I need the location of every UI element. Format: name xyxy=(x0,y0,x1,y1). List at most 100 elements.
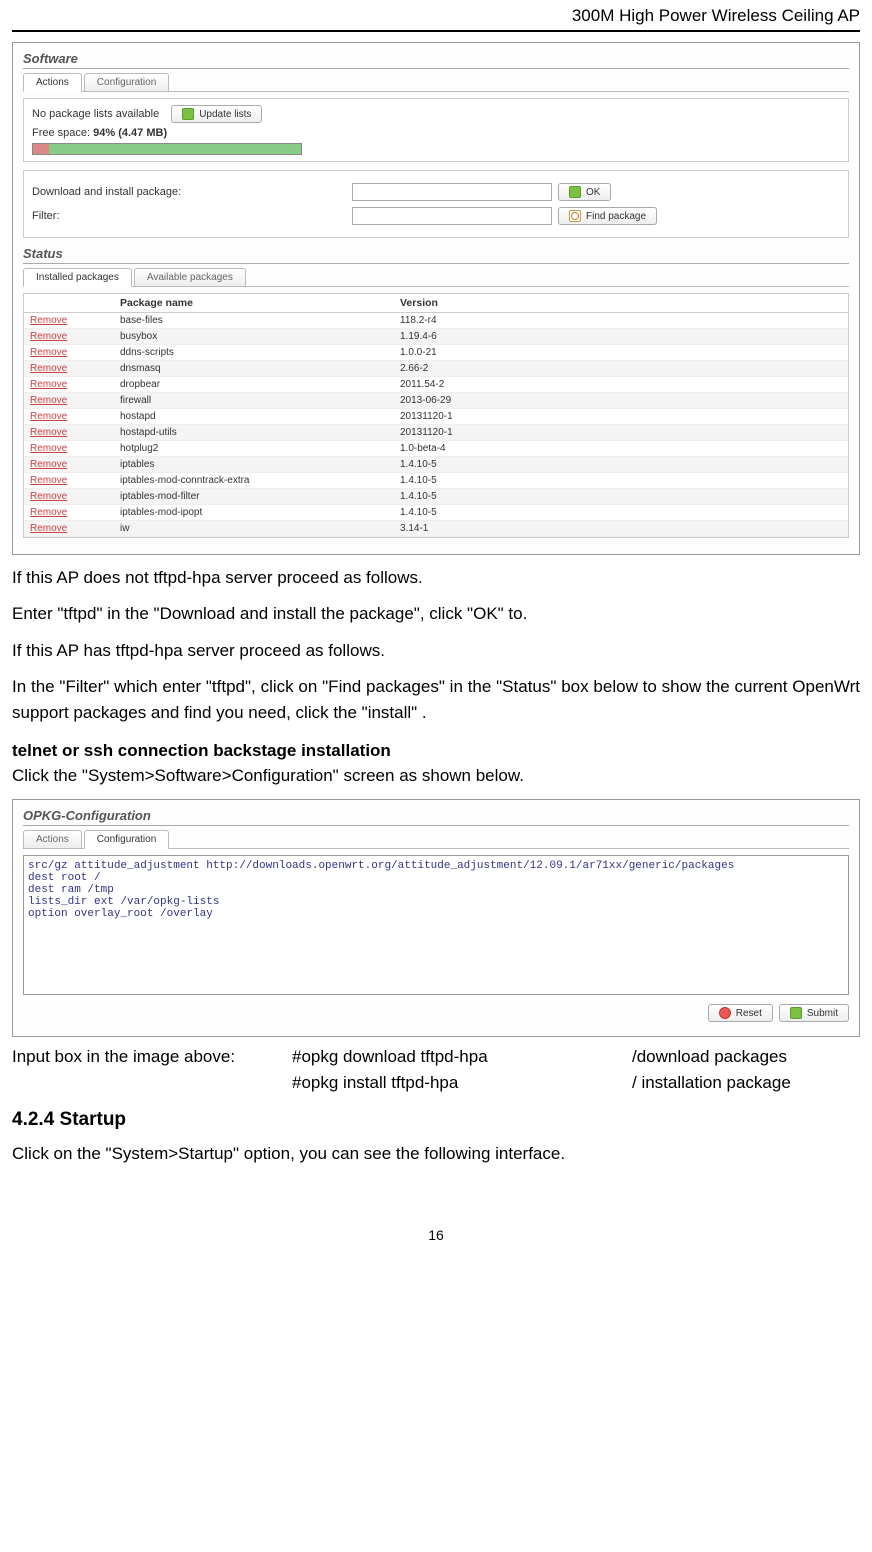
remove-link[interactable]: Remove xyxy=(30,363,67,374)
pkg-name: base-files xyxy=(114,313,394,329)
reset-button[interactable]: Reset xyxy=(708,1004,773,1022)
table-row: Remove iptables-mod-filter1.4.10-5 xyxy=(24,489,848,505)
tab-installed-packages[interactable]: Installed packages xyxy=(23,268,132,287)
no-package-lists: No package lists available xyxy=(32,108,159,120)
paragraph: Enter "tftpd" in the "Download and insta… xyxy=(12,601,860,627)
remove-link[interactable]: Remove xyxy=(30,347,67,358)
table-row: Removehostapd-utils20131120-1 xyxy=(24,425,848,441)
remove-link[interactable]: Remove xyxy=(30,443,67,454)
pkg-version: 2013-06-29 xyxy=(394,393,848,409)
pkg-version: 1.0.0-21 xyxy=(394,345,848,361)
update-lists-label: Update lists xyxy=(199,109,251,120)
cmd-row-2: #opkg install tftpd-hpa / installation p… xyxy=(12,1073,860,1093)
tab-opkg-actions[interactable]: Actions xyxy=(23,830,82,848)
col-remove xyxy=(24,294,114,313)
paragraph: If this AP does not tftpd-hpa server pro… xyxy=(12,565,860,591)
check-icon xyxy=(569,186,581,198)
table-row: Remove hotplug21.0-beta-4 xyxy=(24,441,848,457)
filter-label: Filter: xyxy=(32,210,352,222)
cmd-1b: /download packages xyxy=(632,1047,787,1067)
software-title: Software xyxy=(23,51,849,69)
remove-link[interactable]: Remove xyxy=(30,491,67,502)
pkg-version: 1.4.10-5 xyxy=(394,473,848,489)
tab-configuration[interactable]: Configuration xyxy=(84,73,169,91)
remove-link[interactable]: Remove xyxy=(30,507,67,518)
free-space-segment xyxy=(49,144,301,154)
cmd-2b: / installation package xyxy=(632,1073,791,1093)
check-icon xyxy=(790,1007,802,1019)
cmd-row-1: Input box in the image above: #opkg down… xyxy=(12,1047,860,1067)
pkg-version: 1.4.10-5 xyxy=(394,489,848,505)
search-icon xyxy=(569,210,581,222)
pkg-name: iptables xyxy=(114,457,394,473)
find-package-button[interactable]: Find package xyxy=(558,207,657,225)
pkg-name: dropbear xyxy=(114,377,394,393)
pkg-name: iptables-mod-filter xyxy=(114,489,394,505)
remove-link[interactable]: Remove xyxy=(30,427,67,438)
tab-opkg-configuration[interactable]: Configuration xyxy=(84,830,169,849)
pkg-name: hostapd xyxy=(114,409,394,425)
filter-input[interactable] xyxy=(352,207,552,225)
table-row: Remove iptables-mod-ipopt1.4.10-5 xyxy=(24,505,848,521)
table-row: Remove dropbear2011.54-2 xyxy=(24,377,848,393)
pkg-name: hotplug2 xyxy=(114,441,394,457)
pkg-name: ddns-scripts xyxy=(114,345,394,361)
remove-link[interactable]: Remove xyxy=(30,459,67,470)
table-row: Remove iw3.14-1 xyxy=(24,521,848,537)
page-number: 16 xyxy=(12,1227,860,1243)
used-space-segment xyxy=(33,144,49,154)
col-version: Version xyxy=(394,294,848,313)
pkg-version: 1.0-beta-4 xyxy=(394,441,848,457)
subheading: telnet or ssh connection backstage insta… xyxy=(12,741,860,761)
pkg-version: 2011.54-2 xyxy=(394,377,848,393)
table-row: Removeiptables-mod-conntrack-extra1.4.10… xyxy=(24,473,848,489)
table-row: Removefirewall2013-06-29 xyxy=(24,393,848,409)
packages-box: Package name Version Remove base-files118… xyxy=(23,293,849,538)
software-panel: Software Actions Configuration No packag… xyxy=(12,42,860,555)
page-header: 300M High Power Wireless Ceiling AP xyxy=(12,0,860,32)
find-label: Find package xyxy=(586,211,646,222)
opkg-panel: OPKG-Configuration Actions Configuration… xyxy=(12,799,860,1037)
reset-label: Reset xyxy=(736,1008,762,1019)
download-package-input[interactable] xyxy=(352,183,552,201)
paragraph: Click the "System>Software>Configuration… xyxy=(12,763,860,789)
col-name: Package name xyxy=(114,294,394,313)
paragraph: Click on the "System>Startup" option, yo… xyxy=(12,1141,860,1167)
pkg-version: 118.2-r4 xyxy=(394,313,848,329)
paragraph: If this AP has tftpd-hpa server proceed … xyxy=(12,638,860,664)
tab-available-packages[interactable]: Available packages xyxy=(134,268,246,286)
cmd-1a: #opkg download tftpd-hpa xyxy=(292,1047,632,1067)
refresh-icon xyxy=(182,108,194,120)
cmd-intro: Input box in the image above: xyxy=(12,1047,292,1067)
remove-link[interactable]: Remove xyxy=(30,395,67,406)
pkg-version: 1.4.10-5 xyxy=(394,505,848,521)
opkg-config-textarea[interactable] xyxy=(23,855,849,995)
opkg-title: OPKG-Configuration xyxy=(23,808,849,826)
pkg-version: 2.66-2 xyxy=(394,361,848,377)
actions-box: No package lists available Update lists … xyxy=(23,98,849,162)
table-row: Removehostapd20131120-1 xyxy=(24,409,848,425)
pkg-name: busybox xyxy=(114,329,394,345)
pkg-version: 3.14-1 xyxy=(394,521,848,537)
status-tabs: Installed packages Available packages xyxy=(23,268,849,287)
remove-link[interactable]: Remove xyxy=(30,411,67,422)
pkg-version: 1.19.4-6 xyxy=(394,329,848,345)
table-row: Removeiptables1.4.10-5 xyxy=(24,457,848,473)
remove-link[interactable]: Remove xyxy=(30,475,67,486)
remove-link[interactable]: Remove xyxy=(30,379,67,390)
table-row: Removednsmasq2.66-2 xyxy=(24,361,848,377)
remove-link[interactable]: Remove xyxy=(30,331,67,342)
paragraph: In the "Filter" which enter "tftpd", cli… xyxy=(12,674,860,727)
remove-link[interactable]: Remove xyxy=(30,315,67,326)
pkg-name: iptables-mod-ipopt xyxy=(114,505,394,521)
submit-button[interactable]: Submit xyxy=(779,1004,849,1022)
table-row: Remove ddns-scripts1.0.0-21 xyxy=(24,345,848,361)
page-title: 300M High Power Wireless Ceiling AP xyxy=(572,6,860,25)
update-lists-button[interactable]: Update lists xyxy=(171,105,262,123)
ok-button[interactable]: OK xyxy=(558,183,611,201)
opkg-tabs: Actions Configuration xyxy=(23,830,849,849)
remove-link[interactable]: Remove xyxy=(30,523,67,534)
tab-actions[interactable]: Actions xyxy=(23,73,82,92)
pkg-name: iw xyxy=(114,521,394,537)
cmd-2a: #opkg install tftpd-hpa xyxy=(292,1073,632,1093)
